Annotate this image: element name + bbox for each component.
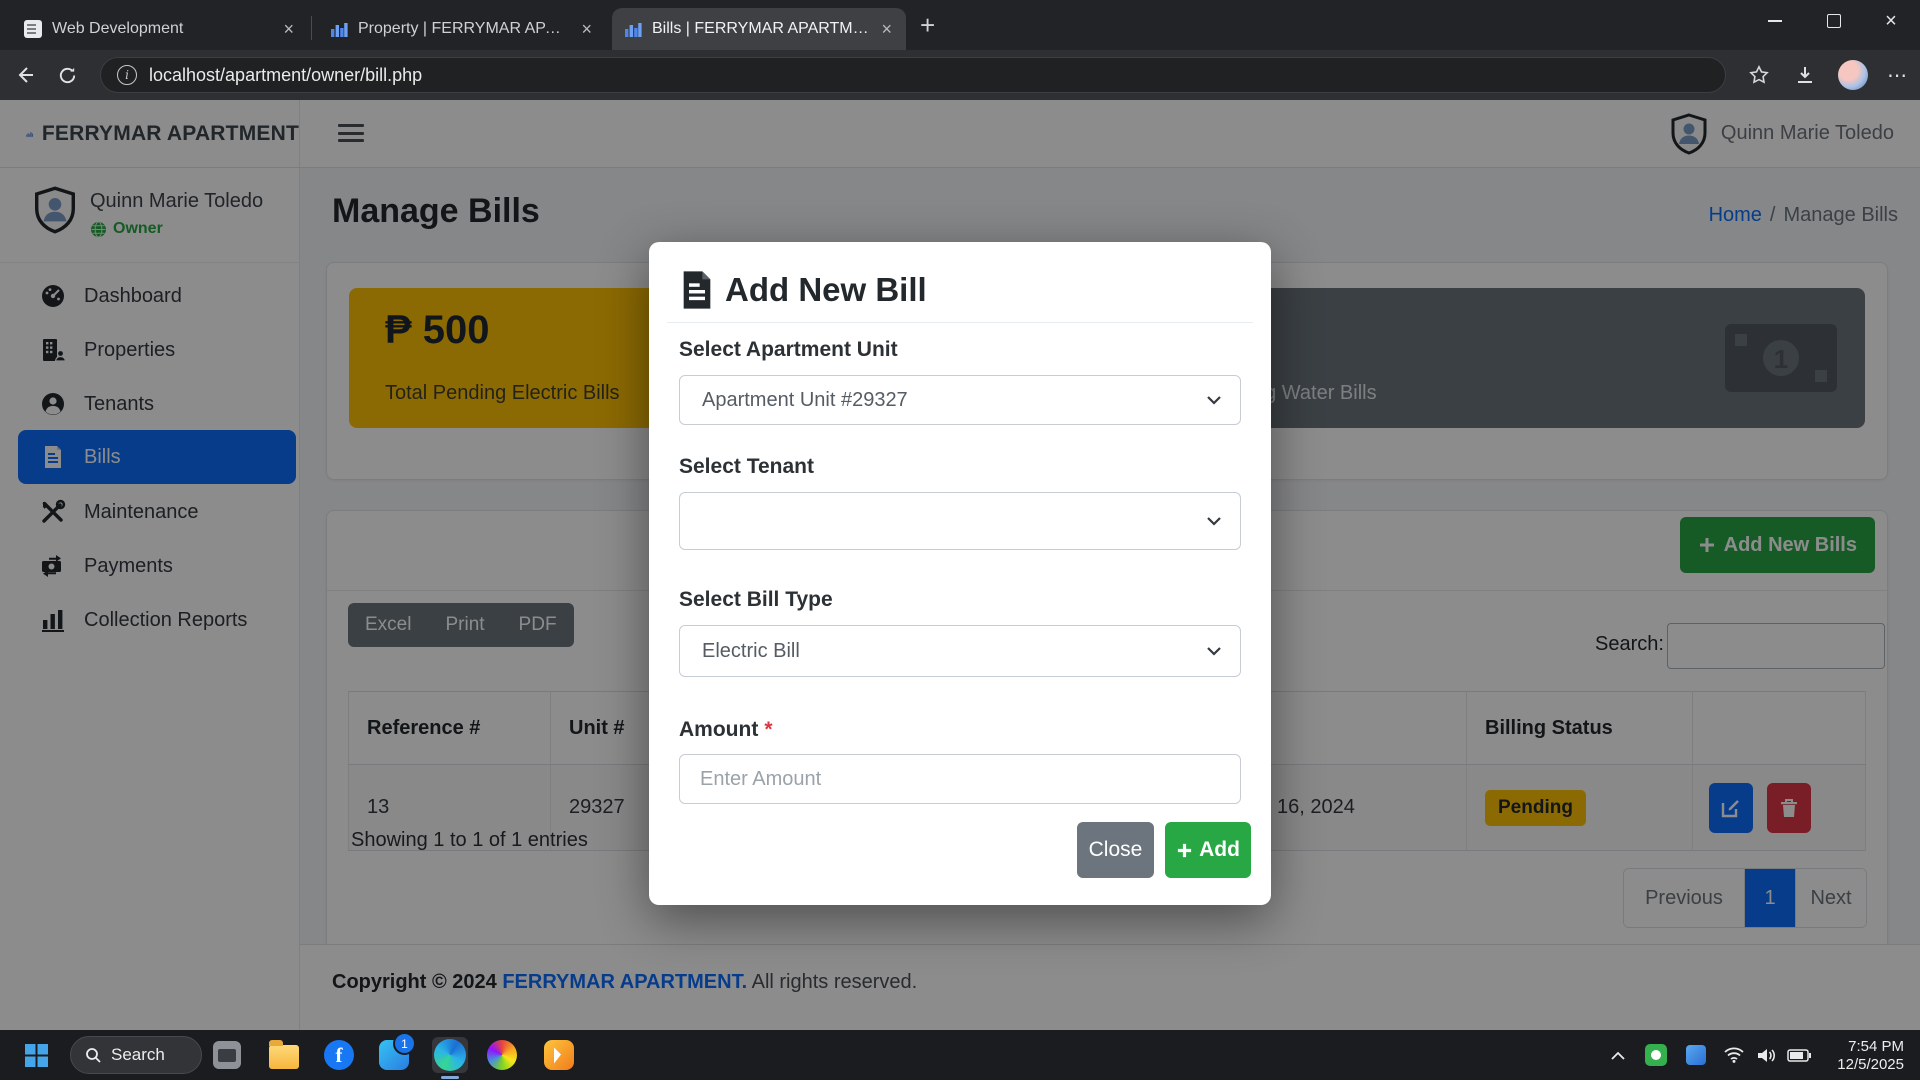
tab-bills-active[interactable]: Bills | FERRYMAR APARTMENT ×	[612, 8, 906, 50]
tenant-select[interactable]	[679, 492, 1241, 550]
taskbar-app-window[interactable]	[209, 1037, 245, 1073]
photos-app-icon	[487, 1040, 517, 1070]
chart-favicon-icon	[624, 20, 642, 38]
taskbar-media-app[interactable]	[541, 1037, 577, 1073]
tab-divider	[311, 16, 312, 40]
notification-badge: 1	[393, 1032, 416, 1055]
folder-icon	[269, 1045, 299, 1069]
tenant-label: Select Tenant	[679, 455, 814, 479]
tray-show-hidden-icons[interactable]	[1604, 1030, 1632, 1080]
modal-close-button[interactable]: Close	[1077, 822, 1154, 878]
chart-favicon-icon	[330, 20, 348, 38]
tab-title: Property | FERRYMAR APARTMENT	[358, 20, 569, 38]
modal-header: Add New Bill	[679, 270, 927, 310]
amount-input[interactable]	[679, 754, 1241, 804]
facebook-icon: f	[324, 1040, 354, 1070]
apartment-unit-value: Apartment Unit #29327	[702, 389, 908, 412]
reload-button[interactable]	[52, 61, 82, 89]
bill-document-icon	[679, 270, 715, 310]
bill-type-select[interactable]: Electric Bill	[679, 625, 1241, 677]
speaker-icon	[1757, 1047, 1776, 1064]
modal-title: Add New Bill	[725, 271, 927, 309]
taskbar-edge-browser-active[interactable]	[432, 1037, 468, 1073]
tab-title: Web Development	[52, 20, 271, 38]
back-button[interactable]	[10, 61, 40, 89]
tray-wifi[interactable]	[1720, 1030, 1748, 1080]
amount-label: Amount *	[679, 718, 773, 742]
chevron-down-icon	[1206, 393, 1222, 407]
taskbar-search[interactable]: Search	[70, 1036, 202, 1074]
app-window-icon	[213, 1041, 241, 1069]
tray-battery[interactable]	[1784, 1030, 1814, 1080]
taskbar-clock[interactable]: 7:54 PM 12/5/2025	[1837, 1038, 1904, 1074]
reload-icon	[57, 65, 78, 86]
taskbar-photos-app[interactable]	[484, 1037, 520, 1073]
tab-close-icon[interactable]: ×	[579, 19, 594, 40]
battery-icon	[1787, 1049, 1811, 1062]
add-new-bill-modal: Add New Bill Select Apartment Unit Apart…	[649, 242, 1271, 905]
taskbar-chat-app[interactable]: 1	[376, 1037, 412, 1073]
page-viewport: FERRYMAR APARTMENT Quinn Marie Toledo Qu…	[0, 100, 1920, 1030]
tab-title: Bills | FERRYMAR APARTMENT	[652, 20, 869, 38]
window-maximize-button[interactable]	[1805, 0, 1863, 42]
site-info-icon[interactable]: i	[117, 65, 137, 85]
green-app-icon	[1645, 1044, 1667, 1066]
bill-type-label: Select Bill Type	[679, 588, 833, 612]
tray-volume[interactable]	[1752, 1030, 1780, 1080]
tab-close-icon[interactable]: ×	[281, 19, 296, 40]
bill-type-value: Electric Bill	[702, 640, 800, 663]
back-arrow-icon	[14, 64, 36, 86]
taskbar-search-label: Search	[111, 1045, 165, 1065]
apartment-unit-select[interactable]: Apartment Unit #29327	[679, 375, 1241, 425]
tab-close-icon[interactable]: ×	[879, 19, 894, 40]
browser-profile-avatar[interactable]	[1838, 60, 1868, 90]
page-favicon-icon	[24, 20, 42, 38]
windows-logo-icon	[24, 1043, 49, 1068]
start-button[interactable]	[24, 1043, 49, 1068]
taskbar-facebook[interactable]: f	[321, 1037, 357, 1073]
browser-toolbar: i localhost/apartment/owner/bill.php ⋯	[0, 50, 1920, 100]
clock-date: 12/5/2025	[1837, 1056, 1904, 1074]
download-icon	[1794, 64, 1816, 86]
browser-menu-button[interactable]: ⋯	[1882, 61, 1912, 89]
clock-time: 7:54 PM	[1837, 1038, 1904, 1056]
taskbar: Search f 1 7:54 PM 12/5/2025	[0, 1030, 1920, 1080]
star-icon	[1749, 65, 1769, 85]
screen: Web Development × Property | FERRYMAR AP…	[0, 0, 1920, 1080]
edge-browser-icon	[434, 1039, 466, 1071]
browser-tab-bar: Web Development × Property | FERRYMAR AP…	[0, 0, 1920, 50]
url-text: localhost/apartment/owner/bill.php	[149, 65, 422, 86]
modal-add-button[interactable]: Add	[1165, 822, 1251, 878]
new-tab-button[interactable]: +	[920, 12, 935, 38]
downloads-button[interactable]	[1790, 61, 1820, 89]
window-close-button[interactable]: ×	[1862, 0, 1920, 42]
modal-add-label: Add	[1199, 838, 1240, 862]
active-app-indicator	[441, 1076, 459, 1079]
search-icon	[85, 1047, 102, 1064]
amount-label-text: Amount	[679, 718, 758, 741]
tray-blue-app[interactable]	[1682, 1030, 1710, 1080]
blue-app-icon	[1686, 1045, 1706, 1065]
address-bar[interactable]: i localhost/apartment/owner/bill.php	[100, 57, 1726, 93]
taskbar-file-explorer[interactable]	[266, 1037, 302, 1073]
media-app-icon	[544, 1040, 574, 1070]
required-asterisk: *	[764, 718, 772, 741]
window-minimize-button[interactable]	[1746, 0, 1804, 42]
chevron-up-icon	[1611, 1051, 1625, 1060]
bookmark-star-button[interactable]	[1744, 61, 1774, 89]
plus-icon	[1176, 842, 1193, 859]
tab-property[interactable]: Property | FERRYMAR APARTMENT ×	[318, 8, 606, 50]
chevron-down-icon	[1206, 644, 1222, 658]
apartment-unit-label: Select Apartment Unit	[679, 338, 898, 362]
chevron-down-icon	[1206, 514, 1222, 528]
tray-green-app[interactable]	[1642, 1030, 1670, 1080]
modal-divider	[667, 322, 1253, 323]
tab-web-development[interactable]: Web Development ×	[12, 8, 308, 50]
wifi-icon	[1724, 1047, 1744, 1063]
